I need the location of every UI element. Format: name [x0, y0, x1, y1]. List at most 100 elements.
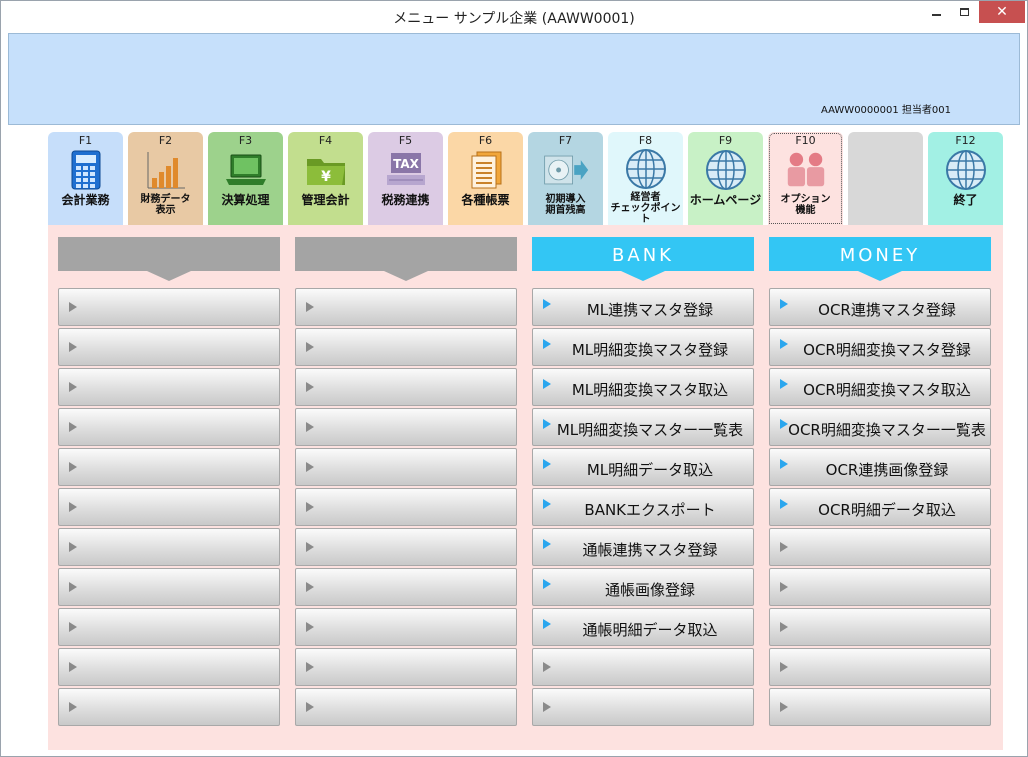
menu-item-label: OCR明細変換マスタ取込 [803, 381, 971, 399]
menu-column-bank: BANK ML連携マスタ登録 ML明細変換マスタ登録 ML明細変換マスタ取込 ML明細変… [532, 237, 754, 726]
fkey-f10[interactable]: F10 オプション 機能 [768, 132, 843, 225]
menu-item-button [532, 688, 754, 726]
maximize-button[interactable] [951, 1, 977, 23]
menu-item-button [295, 288, 517, 326]
blank-icon [863, 148, 909, 192]
menu-item-button [58, 648, 280, 686]
play-triangle-icon [69, 582, 77, 592]
fkey-label: 財務データ 表示 [140, 194, 191, 216]
menu-item-button[interactable]: OCR明細変換マスタ取込 [769, 368, 991, 406]
menu-column-2 [295, 237, 517, 726]
play-triangle-icon [780, 582, 788, 592]
fkey-f5[interactable]: F5 TAX 税務連携 [368, 132, 443, 225]
menu-item-button[interactable]: OCR連携画像登録 [769, 448, 991, 486]
fkey-number: F8 [638, 134, 653, 147]
column-header: BANK [532, 237, 754, 281]
play-triangle-icon [69, 502, 77, 512]
menu-item-button[interactable]: 通帳明細データ取込 [532, 608, 754, 646]
fkey-number: F9 [718, 134, 733, 147]
menu-item-button [295, 648, 517, 686]
menu-item-button [769, 648, 991, 686]
fkey-f1[interactable]: F1 会計業務 [48, 132, 123, 225]
play-triangle-icon [306, 582, 314, 592]
menu-column-1 [58, 237, 280, 726]
minimize-icon [931, 14, 941, 16]
menu-item-button[interactable]: 通帳連携マスタ登録 [532, 528, 754, 566]
fkey-f3[interactable]: F3 決算処理 [208, 132, 283, 225]
menu-item-button[interactable]: BANKエクスポート [532, 488, 754, 526]
fkey-number: F12 [955, 134, 976, 147]
play-triangle-icon [780, 542, 788, 552]
play-triangle-icon [306, 302, 314, 312]
menu-item-button[interactable]: 通帳画像登録 [532, 568, 754, 606]
menu-item-button[interactable]: ML連携マスタ登録 [532, 288, 754, 326]
menu-item-button[interactable]: OCR明細データ取込 [769, 488, 991, 526]
fkey-f6[interactable]: F6 各種帳票 [448, 132, 523, 225]
menu-item-label: OCR連携マスタ登録 [818, 301, 956, 319]
fkey-number: F2 [158, 134, 173, 147]
play-triangle-icon [306, 662, 314, 672]
menu-item-button[interactable]: OCR連携マスタ登録 [769, 288, 991, 326]
fkey-f12[interactable]: F12 終了 [928, 132, 1003, 225]
play-triangle-icon [306, 542, 314, 552]
menu-item-button [769, 528, 991, 566]
tax-icon: TAX [383, 148, 429, 192]
header-band: AAWW0000001 担当者001 [8, 33, 1020, 125]
fkey-label: 初期導入 期首残高 [545, 194, 586, 216]
menu-item-button[interactable]: OCR明細変換マスタ登録 [769, 328, 991, 366]
menu-item-button[interactable]: ML明細変換マスタ取込 [532, 368, 754, 406]
user-info: AAWW0000001 担当者001 [821, 105, 951, 116]
menu-item-button[interactable]: ML明細変換マスタ登録 [532, 328, 754, 366]
menu-item-button [58, 688, 280, 726]
menu-item-button [58, 328, 280, 366]
column-header: MONEY [769, 237, 991, 281]
menu-column-money: MONEY OCR連携マスタ登録 OCR明細変換マスタ登録 OCR明細変換マスタ取込 O… [769, 237, 991, 726]
menu-item-button [769, 688, 991, 726]
menu-area: BANK ML連携マスタ登録 ML明細変換マスタ登録 ML明細変換マスタ取込 ML明細変… [48, 225, 1003, 750]
people-icon [783, 148, 829, 192]
fkey-f7[interactable]: F7 初期導入 期首残高 [528, 132, 603, 225]
menu-item-button [295, 408, 517, 446]
play-triangle-icon [69, 622, 77, 632]
fkey-label: 各種帳票 [461, 193, 510, 207]
fkey-label: ホームページ [689, 193, 762, 207]
menu-item-label: 通帳明細データ取込 [582, 621, 718, 639]
menu-item-button[interactable]: OCR明細変換マスター一覧表 [769, 408, 991, 446]
play-triangle-icon [69, 382, 77, 392]
menu-item-button [58, 288, 280, 326]
close-button[interactable]: ✕ [979, 1, 1025, 23]
menu-item-button[interactable]: ML明細変換マスター一覧表 [532, 408, 754, 446]
title-bar: メニュー サンプル企業 (AAWW0001) ✕ [1, 1, 1027, 33]
disc-import-icon [543, 148, 589, 192]
menu-item-label: 通帳連携マスタ登録 [582, 541, 718, 559]
fkey-number: F3 [238, 134, 253, 147]
fkey-label: 管理会計 [301, 193, 350, 207]
column-header-banner [295, 237, 517, 281]
menu-item-button [295, 688, 517, 726]
menu-item-button [769, 568, 991, 606]
fkey-label: 経営者 チェックポイント [610, 192, 681, 225]
play-triangle-icon [69, 542, 77, 552]
menu-item-button [58, 448, 280, 486]
play-triangle-icon [780, 662, 788, 672]
fkey-f9[interactable]: F9 ホームページ [688, 132, 763, 225]
fkey-label: 終了 [953, 193, 978, 207]
fkey-blank [848, 132, 923, 225]
play-triangle-icon [69, 662, 77, 672]
menu-item-label: OCR明細変換マスタ登録 [803, 341, 971, 359]
menu-item-button[interactable]: ML明細データ取込 [532, 448, 754, 486]
fkey-f2[interactable]: F2 財務データ 表示 [128, 132, 203, 225]
play-triangle-icon [306, 382, 314, 392]
minimize-button[interactable] [923, 1, 949, 23]
fkey-f4[interactable]: F4 ¥ 管理会計 [288, 132, 363, 225]
play-triangle-icon [306, 502, 314, 512]
fkey-f8[interactable]: F8 経営者 チェックポイント [608, 132, 683, 225]
play-triangle-icon [69, 302, 77, 312]
play-triangle-icon [69, 702, 77, 712]
menu-item-button [532, 648, 754, 686]
app-window: メニュー サンプル企業 (AAWW0001) ✕ AAWW0000001 担当者… [0, 0, 1028, 757]
column-header-title: BANK [612, 245, 674, 266]
menu-item-button [58, 528, 280, 566]
menu-item-button [295, 528, 517, 566]
svg-text:TAX: TAX [393, 157, 420, 171]
